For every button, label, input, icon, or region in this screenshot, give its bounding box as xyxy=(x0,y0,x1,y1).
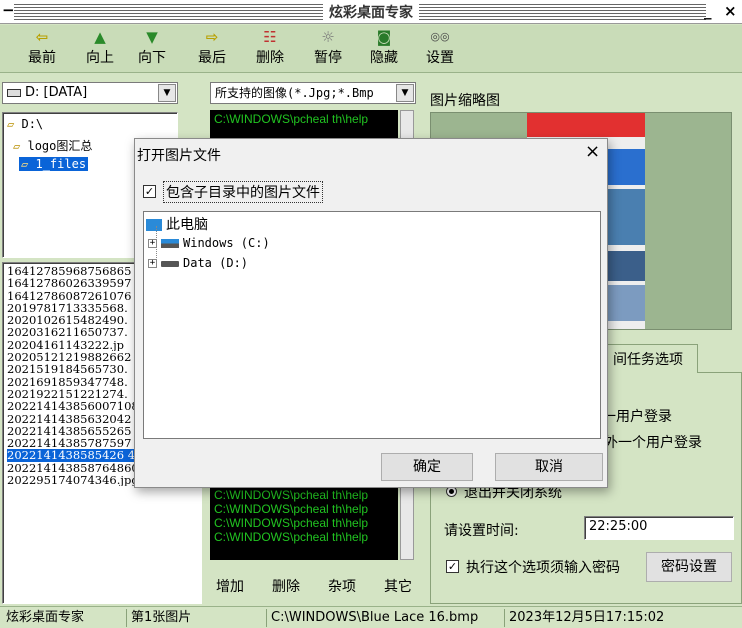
down-button[interactable]: ▼ 向下 xyxy=(130,27,174,71)
include-subdirs-checkbox[interactable]: ✓ xyxy=(143,185,156,198)
radio-dot xyxy=(449,489,454,494)
hide-button[interactable]: ◙ 隐藏 xyxy=(362,27,406,71)
remove-button[interactable]: 删除 xyxy=(272,576,300,596)
delete-label: 删除 xyxy=(256,50,284,66)
pause-label: 暂停 xyxy=(314,50,342,66)
chevron-down-icon[interactable]: ▼ xyxy=(396,84,414,102)
glasses-icon: ◎◎ xyxy=(430,30,450,43)
delete-icon: ☷ xyxy=(263,28,277,46)
first-button[interactable]: ⇦ 最前 xyxy=(20,27,64,71)
thumbnail-label: 图片缩略图 xyxy=(430,93,500,109)
settings-label: 设置 xyxy=(426,50,454,66)
delete-button[interactable]: ☷ 删除 xyxy=(248,27,292,71)
folder-tree-view[interactable]: 此电脑 + Windows (C:) + Data (D:) xyxy=(143,211,601,439)
last-label: 最后 xyxy=(198,50,226,66)
up-button[interactable]: ▲ 向上 xyxy=(78,27,122,71)
status-app-name: 炫彩桌面专家 xyxy=(6,610,85,625)
image-path-console[interactable]: C:\WINDOWS\pcheal th\help xyxy=(210,110,398,140)
drive-select[interactable]: D: [DATA] ▼ xyxy=(2,82,178,104)
console-scrollbar[interactable] xyxy=(400,486,414,560)
password-checkbox[interactable]: ✓ xyxy=(446,560,459,573)
open-folder-icon: ▱ xyxy=(13,139,21,153)
filter-select[interactable]: 所支持的图像(*.Jpg;*.Bmp ▼ xyxy=(210,82,416,104)
password-check-label: 执行这个选项须输入密码 xyxy=(466,560,620,576)
up-label: 向上 xyxy=(86,50,114,66)
other-button[interactable]: 其它 xyxy=(384,576,412,596)
include-subdirs-label[interactable]: 包含子目录中的图片文件 xyxy=(163,181,323,203)
console-scrollbar[interactable] xyxy=(400,110,414,140)
close-icon[interactable]: × xyxy=(585,141,600,162)
status-image-path: C:\WINDOWS\Blue Lace 16.bmp xyxy=(266,609,502,627)
clock-icon: ☼ xyxy=(321,28,335,46)
tree-drive-c[interactable]: + Windows (C:) xyxy=(148,236,270,250)
windows-drive-icon xyxy=(161,239,179,248)
tree-line xyxy=(156,226,157,262)
settings-button[interactable]: ◎◎ 设置 xyxy=(418,27,462,71)
title-bar: − 炫彩桌面专家 _ × xyxy=(0,0,742,24)
add-button[interactable]: 增加 xyxy=(216,576,244,596)
image-path-console-bottom[interactable]: C:\WINDOWS\pcheal th\help C:\WINDOWS\pch… xyxy=(210,486,398,560)
toolbar: ⇦ 最前 ▲ 向上 ▼ 向下 ⇨ 最后 ☷ 删除 ☼ 暂停 ◙ 隐藏 ◎◎ 设置 xyxy=(0,25,742,73)
hide-label: 隐藏 xyxy=(370,50,398,66)
status-bar: 炫彩桌面专家 第1张图片 C:\WINDOWS\Blue Lace 16.bmp… xyxy=(0,606,742,628)
system-menu-button[interactable]: − xyxy=(2,1,15,19)
status-datetime: 2023年12月5日17:15:02 xyxy=(504,609,740,627)
option-other-user-login: 外一个用户登录 xyxy=(604,435,702,451)
last-button[interactable]: ⇨ 最后 xyxy=(190,27,234,71)
up-arrow-icon: ▲ xyxy=(94,28,106,46)
console-line: C:\WINDOWS\pcheal th\help xyxy=(214,112,369,126)
pause-button[interactable]: ☼ 暂停 xyxy=(306,27,350,71)
first-label: 最前 xyxy=(28,50,56,66)
down-label: 向下 xyxy=(138,50,166,66)
tab-task-options[interactable]: 间任务选项 xyxy=(600,344,698,373)
console-line: C:\WINDOWS\pcheal th\help xyxy=(214,516,369,530)
hide-icon: ◙ xyxy=(376,28,392,46)
console-line: C:\WINDOWS\pcheal th\help xyxy=(214,530,369,544)
window-title: 炫彩桌面专家 xyxy=(323,2,419,22)
down-arrow-icon: ▼ xyxy=(146,28,158,46)
filter-select-value: 所支持的图像(*.Jpg;*.Bmp xyxy=(215,86,374,100)
drive-icon xyxy=(7,88,21,97)
open-folder-icon: ▱ xyxy=(7,117,15,131)
folder-1-files[interactable]: ▱ 1_files xyxy=(19,157,89,171)
folder-logo[interactable]: ▱ logo图汇总 xyxy=(13,137,92,154)
ok-button[interactable]: 确定 xyxy=(381,453,473,481)
left-arrow-icon: ⇦ xyxy=(35,28,49,46)
option-user-login: 一用户登录 xyxy=(602,409,672,425)
cancel-button[interactable]: 取消 xyxy=(495,453,603,481)
console-line: C:\WINDOWS\pcheal th\help xyxy=(214,488,369,502)
folder-root[interactable]: ▱ D:\ xyxy=(7,117,43,131)
minimize-button[interactable]: _ xyxy=(704,2,712,20)
dialog-title: 打开图片文件 xyxy=(137,148,221,164)
drive-select-value: D: [DATA] xyxy=(25,85,88,100)
time-label: 请设置时间: xyxy=(444,523,519,539)
status-image-index: 第1张图片 xyxy=(126,609,262,627)
drive-icon xyxy=(161,260,179,267)
open-folder-icon: ▱ xyxy=(21,157,29,171)
misc-button[interactable]: 杂项 xyxy=(328,576,356,596)
time-field[interactable]: 22:25:00 xyxy=(584,516,734,540)
computer-icon xyxy=(146,219,162,231)
close-button[interactable]: × xyxy=(724,2,737,20)
right-arrow-icon: ⇨ xyxy=(205,28,219,46)
chevron-down-icon[interactable]: ▼ xyxy=(158,84,176,102)
console-line: C:\WINDOWS\pcheal th\help xyxy=(214,502,369,516)
open-image-dialog: 打开图片文件 × ✓ 包含子目录中的图片文件 此电脑 + Windows (C:)… xyxy=(134,138,608,488)
tree-drive-d[interactable]: + Data (D:) xyxy=(148,256,248,270)
password-settings-button[interactable]: 密码设置 xyxy=(646,552,732,582)
